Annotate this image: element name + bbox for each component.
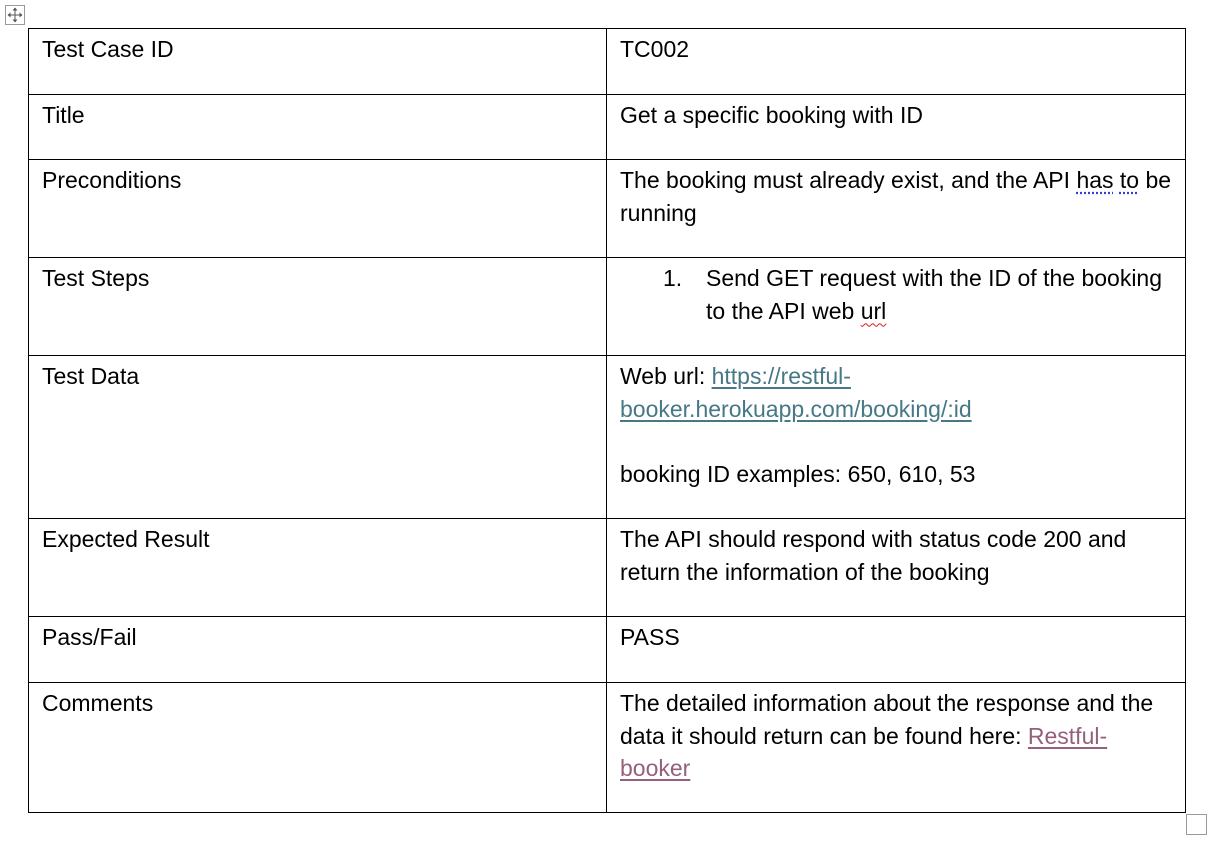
value-cell[interactable]: Web url: https://restful-booker.herokuap…: [606, 355, 1186, 519]
label-cell[interactable]: Title: [28, 94, 607, 160]
grammar-flag-has[interactable]: has: [1076, 167, 1113, 193]
row-label: Expected Result: [42, 526, 210, 552]
label-cell[interactable]: Test Data: [28, 355, 607, 519]
label-cell[interactable]: Pass/Fail: [28, 616, 607, 683]
row-label: Test Steps: [42, 265, 150, 291]
table-row: Comments The detailed information about …: [28, 682, 1186, 813]
value-cell[interactable]: PASS: [606, 616, 1186, 683]
table-row: Expected Result The API should respond w…: [28, 518, 1186, 617]
value-cell[interactable]: 1. Send GET request with the ID of the b…: [606, 257, 1186, 356]
web-url-prefix: Web url:: [620, 363, 712, 389]
table-row: Preconditions The booking must already e…: [28, 159, 1186, 258]
table-row: Test Data Web url: https://restful-booke…: [28, 355, 1186, 519]
list-item: 1. Send GET request with the ID of the b…: [620, 262, 1172, 327]
value-cell[interactable]: Get a specific booking with ID: [606, 94, 1186, 160]
label-cell[interactable]: Expected Result: [28, 518, 607, 617]
label-cell[interactable]: Comments: [28, 682, 607, 813]
row-label: Title: [42, 102, 85, 128]
move-arrows-icon: [7, 7, 23, 23]
table-resize-handle[interactable]: [1186, 814, 1207, 835]
label-cell[interactable]: Test Steps: [28, 257, 607, 356]
value-cell[interactable]: TC002: [606, 28, 1186, 95]
table-row: Pass/Fail PASS: [28, 616, 1186, 683]
table-row: Test Case ID TC002: [28, 28, 1186, 95]
step-number: 1.: [663, 265, 683, 291]
label-cell[interactable]: Preconditions: [28, 159, 607, 258]
value-cell[interactable]: The API should respond with status code …: [606, 518, 1186, 617]
preconditions-text: The booking must already exist, and the …: [620, 167, 1077, 193]
label-cell[interactable]: Test Case ID: [28, 28, 607, 95]
row-label: Test Case ID: [42, 36, 174, 62]
expected-result-value: The API should respond with status code …: [620, 526, 1127, 585]
step-text-main: Send GET request with the ID of the book…: [706, 265, 1163, 324]
test-case-id-value: TC002: [620, 36, 690, 62]
value-cell[interactable]: The detailed information about the respo…: [606, 682, 1186, 813]
step-text: Send GET request with the ID of the book…: [706, 262, 1172, 327]
table-move-handle[interactable]: [5, 5, 25, 25]
row-label: Preconditions: [42, 167, 182, 193]
title-value: Get a specific booking with ID: [620, 102, 923, 128]
row-label: Comments: [42, 690, 154, 716]
table-row: Test Steps 1. Send GET request with the …: [28, 257, 1186, 356]
spelling-flag-url[interactable]: url: [861, 298, 887, 324]
booking-id-examples: booking ID examples: 650, 610, 53: [620, 460, 976, 487]
grammar-flag-to[interactable]: to: [1120, 167, 1139, 193]
row-label: Test Data: [42, 363, 140, 389]
web-url-line: Web url: https://restful-booker.herokuap…: [620, 360, 1172, 425]
test-case-table: Test Case ID TC002 Title Get a specific …: [28, 28, 1186, 813]
pass-fail-value: PASS: [620, 624, 680, 650]
table-row: Title Get a specific booking with ID: [28, 94, 1186, 160]
row-label: Pass/Fail: [42, 624, 137, 650]
value-cell[interactable]: The booking must already exist, and the …: [606, 159, 1186, 258]
